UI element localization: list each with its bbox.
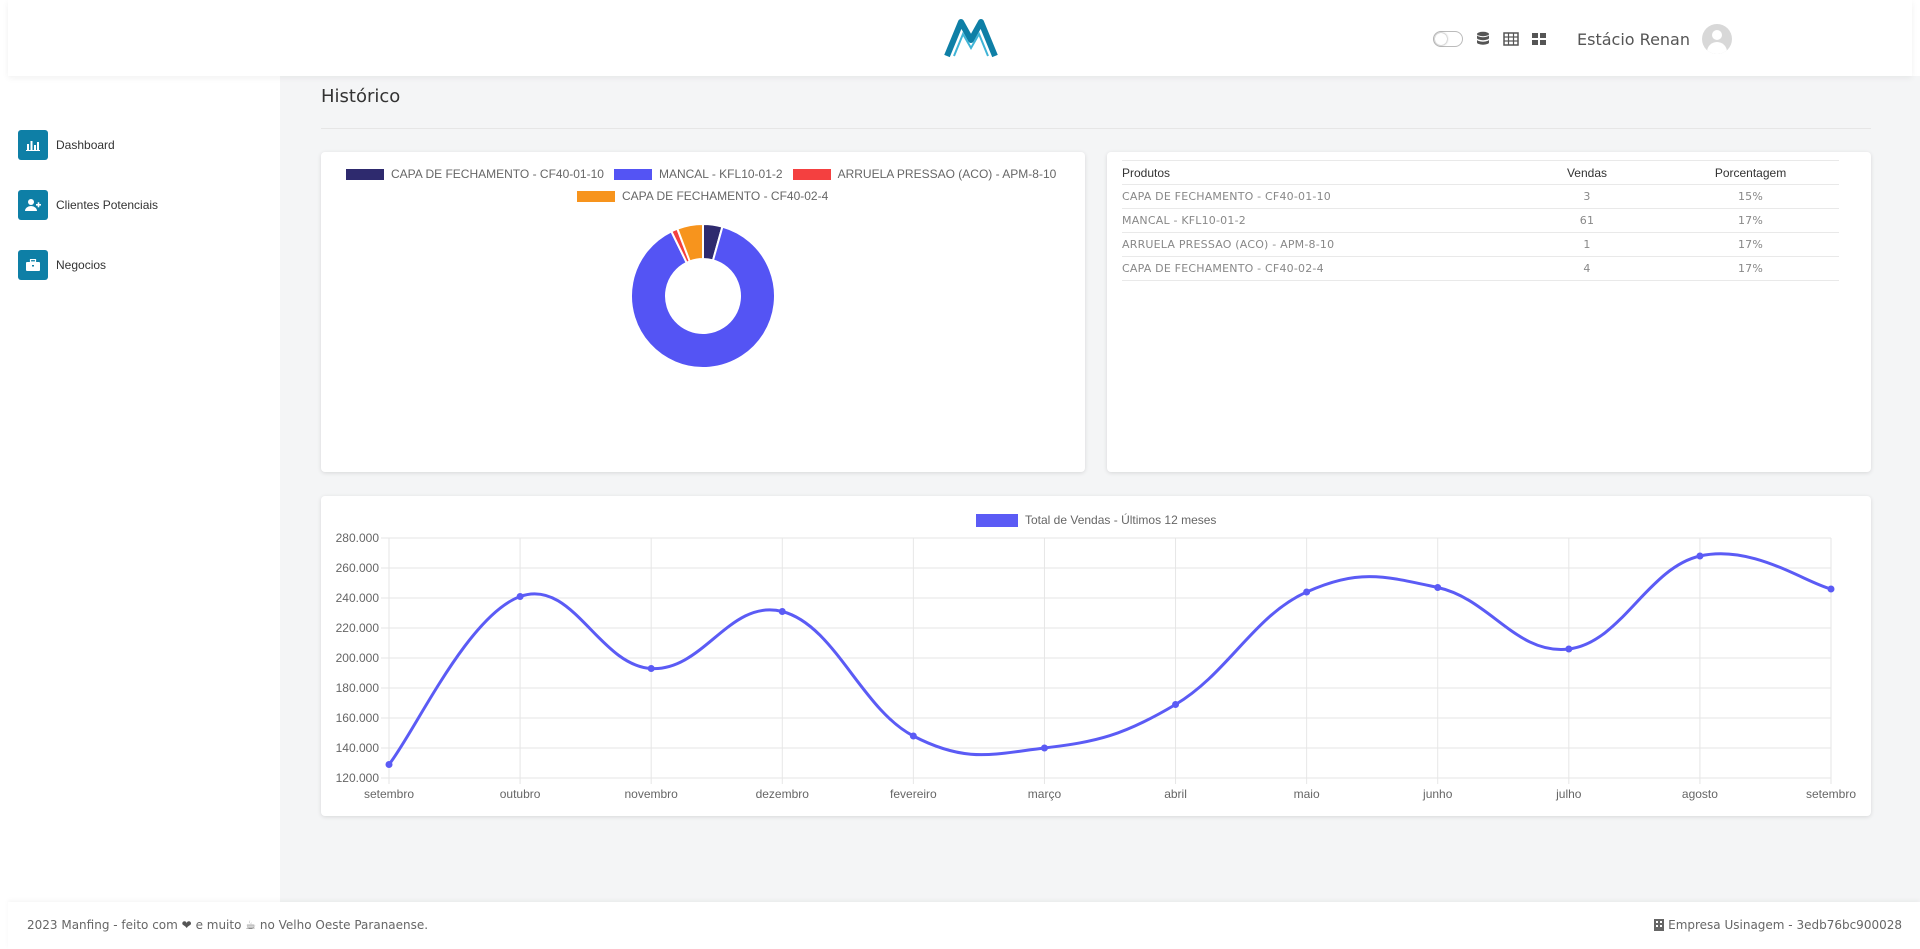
table-row: ARRUELA PRESSAO (ACO) - APM-8-10 1 17%	[1122, 232, 1839, 257]
sidebar-item-label: Dashboard	[56, 138, 115, 152]
cell-product: CAPA DE FECHAMENTO - CF40-01-10	[1122, 184, 1512, 209]
line-chart: 120.000 140.000 160.000 180.000 200.000 220.0…	[336, 531, 1857, 801]
cell-product: ARRUELA PRESSAO (ACO) - APM-8-10	[1122, 232, 1512, 257]
user-plus-icon	[18, 190, 48, 220]
data-point[interactable]	[1565, 645, 1573, 653]
theme-toggle[interactable]	[1433, 31, 1464, 47]
cell-percentage: 17%	[1662, 232, 1839, 257]
footer-company: Empresa Usinagem - 3edb76bc900028	[1654, 918, 1902, 932]
data-point[interactable]	[1696, 552, 1704, 560]
cell-product: CAPA DE FECHAMENTO - CF40-02-4	[1122, 256, 1512, 281]
coffee-icon: ☕	[245, 918, 257, 932]
y-tick-label: 220.000	[336, 621, 380, 635]
x-tick-label: março	[1028, 787, 1062, 801]
x-tick-label: setembro	[1806, 787, 1856, 801]
y-tick-label: 260.000	[336, 561, 380, 575]
column-header-porcentagem: Porcentagem	[1662, 160, 1839, 185]
cell-product: MANCAL - KFL10-01-2	[1122, 208, 1512, 233]
user-name[interactable]: Estácio Renan	[1577, 30, 1690, 49]
divider	[321, 128, 1871, 129]
x-tick-label: dezembro	[756, 787, 810, 801]
x-tick-label: julho	[1555, 787, 1582, 801]
footer-text: e muito	[195, 918, 242, 932]
y-tick-label: 180.000	[336, 681, 380, 695]
cell-percentage: 17%	[1662, 208, 1839, 233]
data-point[interactable]	[385, 761, 393, 768]
cell-sales: 4	[1512, 256, 1662, 281]
data-point[interactable]	[778, 608, 786, 615]
x-tick-label: outubro	[500, 787, 541, 801]
series-line	[387, 552, 1832, 766]
x-tick-label: maio	[1294, 787, 1320, 801]
cell-sales: 3	[1512, 184, 1662, 209]
heart-icon: ❤	[181, 918, 192, 932]
data-point[interactable]	[1040, 744, 1048, 752]
company-info: Empresa Usinagem - 3edb76bc900028	[1668, 918, 1902, 932]
y-tick-label: 160.000	[336, 711, 380, 725]
data-point[interactable]	[1172, 701, 1180, 708]
products-table-card: Produtos Vendas Porcentagem CAPA DE FECH…	[1107, 152, 1871, 472]
footer-text: 2023 Manfing - feito com	[27, 918, 178, 932]
table-row: CAPA DE FECHAMENTO - CF40-01-10 3 15%	[1122, 184, 1839, 209]
sidebar-item-dashboard[interactable]: Dashboard	[18, 130, 115, 160]
data-point[interactable]	[1303, 588, 1311, 596]
x-tick-label: abril	[1164, 787, 1187, 801]
y-tick-label: 120.000	[336, 771, 380, 785]
y-tick-label: 240.000	[336, 591, 380, 605]
cell-percentage: 17%	[1662, 256, 1839, 281]
page-title: Histórico	[321, 86, 401, 107]
footer-credits: 2023 Manfing - feito com ❤ e muito ☕ no …	[27, 918, 428, 932]
y-tick-label: 140.000	[336, 741, 380, 755]
logo[interactable]	[943, 16, 999, 60]
data-point[interactable]	[1827, 585, 1835, 593]
column-header-vendas: Vendas	[1512, 160, 1662, 185]
sidebar-item-label: Clientes Potenciais	[56, 198, 159, 212]
column-header-produtos: Produtos	[1122, 160, 1512, 185]
avatar[interactable]	[1702, 24, 1732, 54]
top-bar: Estácio Renan	[8, 0, 1912, 76]
footer: 2023 Manfing - feito com ❤ e muito ☕ no …	[8, 902, 1920, 949]
x-tick-label: novembro	[624, 787, 678, 801]
products-table: Produtos Vendas Porcentagem CAPA DE FECH…	[1122, 160, 1839, 281]
x-tick-label: fevereiro	[890, 787, 937, 801]
cell-sales: 1	[1512, 232, 1662, 257]
sidebar-item-label: Negocios	[56, 258, 107, 272]
bar-chart-icon	[18, 130, 48, 160]
data-point[interactable]	[1434, 584, 1442, 591]
sidebar: Dashboard Clientes Potenciais Negocios	[0, 76, 280, 902]
footer-text: no Velho Oeste Paranaense.	[259, 918, 429, 932]
x-tick-label: setembro	[364, 787, 414, 801]
table-header-row: Produtos Vendas Porcentagem	[1122, 160, 1839, 185]
database-icon[interactable]	[1475, 31, 1491, 47]
data-point[interactable]	[516, 593, 524, 600]
line-chart-card: Total de Vendas - Últimos 12 meses 120.0…	[321, 496, 1871, 816]
sidebar-item-negocios[interactable]: Negocios	[18, 250, 106, 280]
table-row: CAPA DE FECHAMENTO - CF40-02-4 4 17%	[1122, 256, 1839, 281]
cell-percentage: 15%	[1662, 184, 1839, 209]
main-content: Histórico CAPA DE FECHAMENTO - CF40-01-1…	[280, 76, 1920, 902]
table-row: MANCAL - KFL10-01-2 61 17%	[1122, 208, 1839, 233]
data-point[interactable]	[647, 665, 655, 672]
x-tick-label: junho	[1422, 787, 1453, 801]
doughnut-chart	[630, 222, 776, 369]
sidebar-item-clientes-potenciais[interactable]: Clientes Potenciais	[18, 190, 158, 220]
x-tick-label: agosto	[1682, 787, 1718, 801]
briefcase-icon	[18, 250, 48, 280]
y-tick-label: 200.000	[336, 651, 380, 665]
doughnut-chart-card: CAPA DE FECHAMENTO - CF40-01-10 MANCAL -…	[321, 152, 1085, 472]
y-tick-label: 280.000	[336, 531, 380, 545]
building-icon	[1654, 919, 1665, 931]
data-point[interactable]	[909, 732, 917, 740]
grid-icon[interactable]	[1531, 31, 1547, 47]
table-icon[interactable]	[1503, 31, 1519, 47]
cell-sales: 61	[1512, 208, 1662, 233]
